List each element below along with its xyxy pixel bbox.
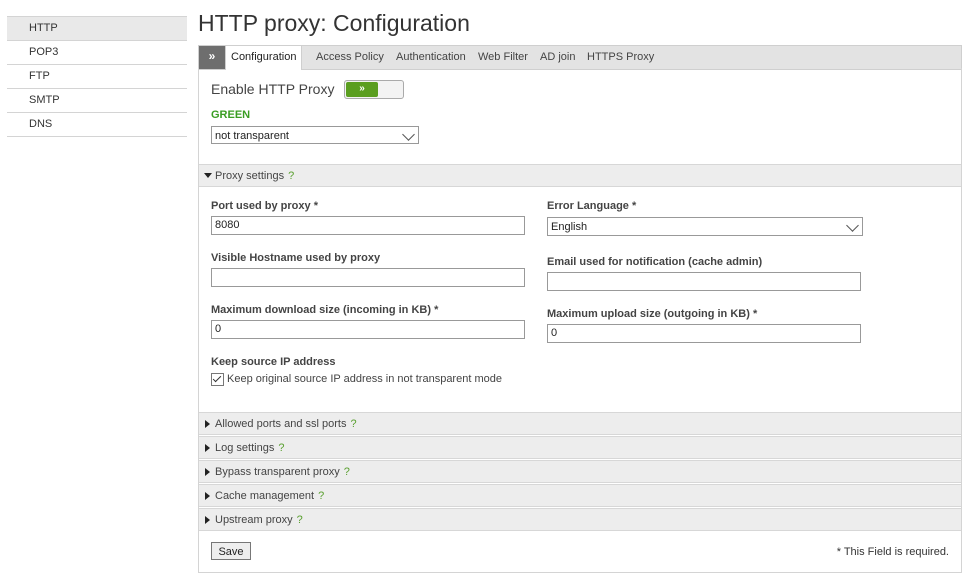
tab-bar: » Configuration Access Policy Authentica… xyxy=(198,45,962,70)
hostname-input[interactable] xyxy=(211,268,525,287)
tab-https-proxy[interactable]: HTTPS Proxy xyxy=(587,46,654,69)
port-input[interactable]: 8080 xyxy=(211,216,525,235)
email-input[interactable] xyxy=(547,272,861,291)
section-title: Log settings xyxy=(215,442,275,454)
email-label: Email used for notification (cache admin… xyxy=(547,256,763,268)
tab-authentication[interactable]: Authentication xyxy=(396,46,466,69)
triangle-right-icon xyxy=(205,516,210,524)
max-upload-input[interactable]: 0 xyxy=(547,324,861,343)
sidebar-item-pop3[interactable]: POP3 xyxy=(7,41,187,65)
enable-proxy-toggle[interactable]: » xyxy=(344,80,404,99)
section-bypass-transparent[interactable]: Bypass transparent proxy? xyxy=(199,460,961,483)
error-language-value: English xyxy=(551,221,588,233)
enable-proxy-label: Enable HTTP Proxy xyxy=(211,81,335,97)
section-title: Upstream proxy xyxy=(215,514,293,526)
section-title: Bypass transparent proxy xyxy=(215,466,340,478)
tab-ad-join[interactable]: AD join xyxy=(540,46,575,69)
section-proxy-settings[interactable]: Proxy settings? xyxy=(199,164,961,187)
chevron-down-icon xyxy=(846,219,859,232)
tab-configuration[interactable]: Configuration xyxy=(225,46,303,70)
hostname-label: Visible Hostname used by proxy xyxy=(211,252,381,264)
config-panel: Enable HTTP Proxy » GREEN not transparen… xyxy=(198,68,962,573)
triangle-right-icon xyxy=(205,420,210,428)
error-language-label: Error Language * xyxy=(547,200,637,212)
help-icon[interactable]: ? xyxy=(344,466,350,478)
tab-collapse-toggle[interactable]: » xyxy=(199,46,225,69)
help-icon[interactable]: ? xyxy=(288,170,294,182)
chevron-down-icon xyxy=(402,128,415,141)
checkmark-icon xyxy=(212,373,222,383)
sidebar: HTTP POP3 FTP SMTP DNS xyxy=(7,16,187,137)
keep-ip-label: Keep source IP address xyxy=(211,356,336,368)
keep-ip-checkbox[interactable] xyxy=(211,373,224,386)
max-upload-label: Maximum upload size (outgoing in KB) * xyxy=(547,308,758,320)
tab-web-filter[interactable]: Web Filter xyxy=(478,46,528,69)
toggle-on-icon: » xyxy=(346,82,378,97)
help-icon[interactable]: ? xyxy=(318,490,324,502)
save-button[interactable]: Save xyxy=(211,542,251,560)
max-download-label: Maximum download size (incoming in KB) * xyxy=(211,304,439,316)
section-log-settings[interactable]: Log settings? xyxy=(199,436,961,459)
section-title: Cache management xyxy=(215,490,315,502)
required-field-note: * This Field is required. xyxy=(836,546,949,558)
help-icon[interactable]: ? xyxy=(278,442,284,454)
sidebar-item-smtp[interactable]: SMTP xyxy=(7,89,187,113)
double-chevron-icon: » xyxy=(208,49,216,63)
keep-ip-checkbox-label: Keep original source IP address in not t… xyxy=(227,373,502,385)
section-allowed-ports[interactable]: Allowed ports and ssl ports? xyxy=(199,412,961,435)
triangle-right-icon xyxy=(205,444,210,452)
zone-label-green: GREEN xyxy=(211,109,251,121)
proxy-mode-value: not transparent xyxy=(215,130,289,142)
page-title: HTTP proxy: Configuration xyxy=(198,10,470,36)
triangle-right-icon xyxy=(205,468,210,476)
help-icon[interactable]: ? xyxy=(350,418,356,430)
help-icon[interactable]: ? xyxy=(297,514,303,526)
section-cache-management[interactable]: Cache management? xyxy=(199,484,961,507)
proxy-mode-select[interactable]: not transparent xyxy=(211,126,419,144)
section-upstream-proxy[interactable]: Upstream proxy? xyxy=(199,508,961,531)
max-download-input[interactable]: 0 xyxy=(211,320,525,339)
port-label: Port used by proxy * xyxy=(211,200,318,212)
sidebar-item-dns[interactable]: DNS xyxy=(7,113,187,137)
sidebar-item-ftp[interactable]: FTP xyxy=(7,65,187,89)
tab-access-policy[interactable]: Access Policy xyxy=(316,46,384,69)
sidebar-item-http[interactable]: HTTP xyxy=(7,16,187,41)
section-title: Allowed ports and ssl ports xyxy=(215,418,347,430)
triangle-right-icon xyxy=(205,492,210,500)
triangle-down-icon xyxy=(204,173,212,178)
error-language-select[interactable]: English xyxy=(547,217,863,236)
section-title: Proxy settings xyxy=(215,170,285,182)
